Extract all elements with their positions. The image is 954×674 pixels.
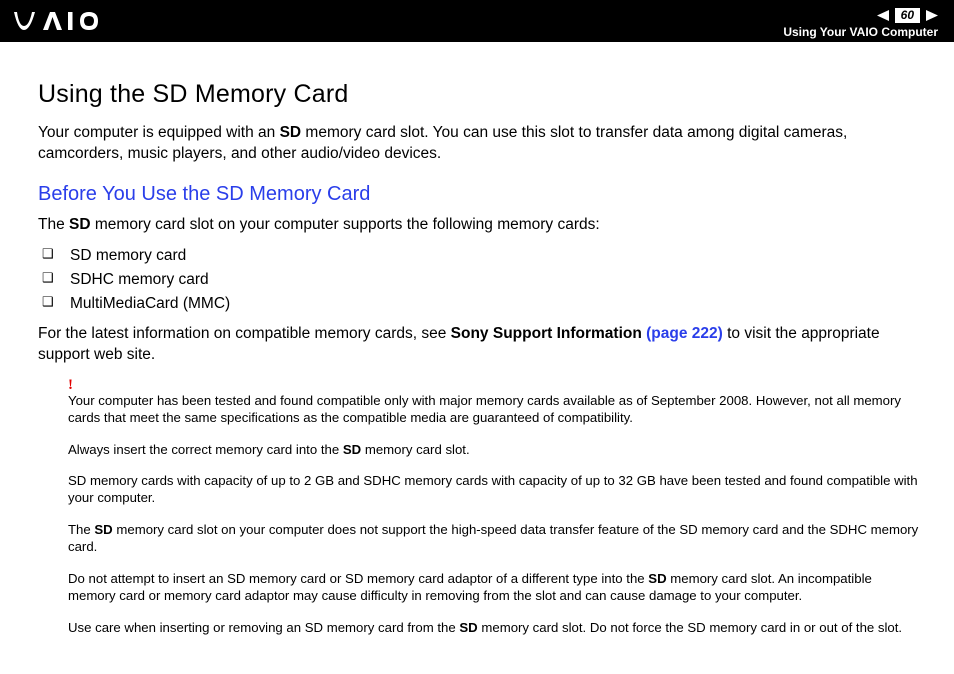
text-span: memory card slot on your computer does n… — [68, 522, 918, 554]
text-span: The — [38, 216, 69, 233]
latest-info-paragraph: For the latest information on compatible… — [38, 324, 922, 366]
warning-icon: ! — [68, 378, 922, 393]
note-text: SD memory cards with capacity of up to 2… — [68, 472, 922, 507]
text-span: Your computer is equipped with an — [38, 124, 280, 141]
note-text: Your computer has been tested and found … — [68, 392, 922, 427]
list-item: SDHC memory card — [38, 268, 922, 292]
text-span: memory card slot on your computer suppor… — [91, 216, 600, 233]
text-span: Use care when inserting or removing an S… — [68, 620, 459, 635]
note-text: Do not attempt to insert an SD memory ca… — [68, 570, 922, 605]
note-text: Use care when inserting or removing an S… — [68, 619, 922, 636]
vaio-logo — [14, 0, 124, 42]
intro-paragraph: Your computer is equipped with an SD mem… — [38, 123, 922, 165]
bold-sd: SD — [280, 124, 302, 141]
note-text: Always insert the correct memory card in… — [68, 441, 922, 458]
page-title: Using the SD Memory Card — [38, 80, 922, 109]
bold-sd: SD — [94, 522, 112, 537]
page-reference-link[interactable]: (page 222) — [646, 325, 723, 342]
text-span: The — [68, 522, 94, 537]
text-span: memory card slot. — [361, 442, 469, 457]
page-header: 60 Using Your VAIO Computer — [0, 0, 954, 42]
bold-sd: SD — [343, 442, 361, 457]
subheading: Before You Use the SD Memory Card — [38, 183, 922, 206]
page-content: Using the SD Memory Card Your computer i… — [0, 42, 954, 636]
section-label: Using Your VAIO Computer — [783, 25, 938, 39]
bold-text: Sony Support Information — [451, 325, 646, 342]
next-page-arrow-icon[interactable] — [926, 10, 938, 21]
text-span: Do not attempt to insert an SD memory ca… — [68, 571, 648, 586]
text-span: For the latest information on compatible… — [38, 325, 451, 342]
list-item: MultiMediaCard (MMC) — [38, 292, 922, 316]
text-span: memory card slot. Do not force the SD me… — [478, 620, 902, 635]
prev-page-arrow-icon[interactable] — [877, 10, 889, 21]
bold-sd: SD — [648, 571, 666, 586]
page-number: 60 — [895, 8, 920, 23]
notes-block: ! Your computer has been tested and foun… — [38, 378, 922, 636]
bold-sd: SD — [459, 620, 477, 635]
bullet-list: SD memory card SDHC memory card MultiMed… — [38, 244, 922, 316]
bold-sd: SD — [69, 216, 91, 233]
header-right: 60 Using Your VAIO Computer — [783, 4, 938, 39]
text-span: Always insert the correct memory card in… — [68, 442, 343, 457]
pager: 60 — [877, 8, 938, 23]
note-text: The SD memory card slot on your computer… — [68, 521, 922, 556]
supports-paragraph: The SD memory card slot on your computer… — [38, 216, 922, 234]
list-item: SD memory card — [38, 244, 922, 268]
